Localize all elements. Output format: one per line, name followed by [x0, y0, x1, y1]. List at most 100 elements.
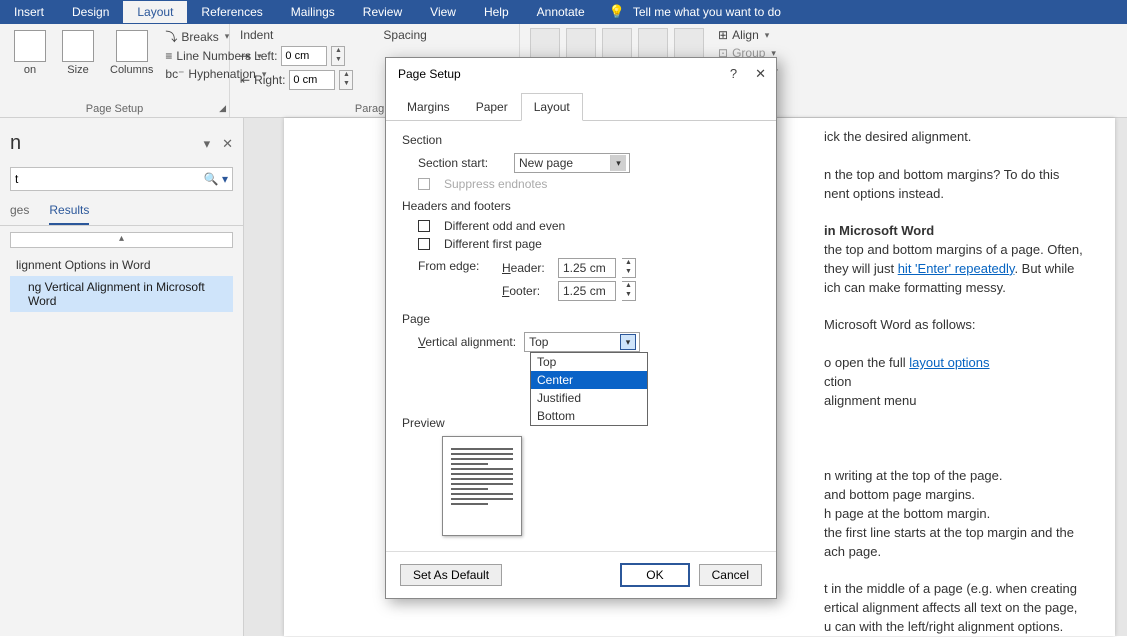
- nav-collapse[interactable]: ▴: [10, 232, 233, 248]
- valign-label: Vertical alignment:: [418, 335, 516, 349]
- search-icon[interactable]: 🔍 ▾: [204, 172, 228, 186]
- from-edge-label: From edge:: [418, 255, 502, 273]
- valign-option-justified[interactable]: Justified: [531, 389, 647, 407]
- wrap-text-icon[interactable]: [566, 28, 596, 58]
- nav-close-icon[interactable]: ✕: [222, 136, 233, 152]
- nav-dropdown-icon[interactable]: ▾: [204, 136, 211, 152]
- size-button[interactable]: Size: [58, 28, 98, 78]
- header-distance-input[interactable]: 1.25 cm: [558, 258, 616, 278]
- page-setup-dialog: Page Setup ? ✕ Margins Paper Layout Sect…: [385, 57, 777, 599]
- cancel-button[interactable]: Cancel: [699, 564, 762, 586]
- indent-right-input[interactable]: [289, 70, 335, 90]
- valign-option-top[interactable]: Top: [531, 353, 647, 371]
- nav-tab-results[interactable]: Results: [49, 203, 89, 225]
- valign-option-bottom[interactable]: Bottom: [531, 407, 647, 425]
- tab-annotate[interactable]: Annotate: [523, 1, 599, 23]
- footer-distance-input[interactable]: 1.25 cm: [558, 281, 616, 301]
- header-distance-value: 1.25 cm: [563, 261, 606, 275]
- page-setup-dialog-launcher[interactable]: ◢: [219, 103, 226, 114]
- tab-references[interactable]: References: [187, 1, 276, 23]
- doc-link-enter[interactable]: hit 'Enter' repeatedly: [898, 261, 1015, 276]
- nav-item-1[interactable]: lignment Options in Word: [10, 254, 233, 276]
- headers-footers-header: Headers and footers: [402, 199, 760, 213]
- set-default-button[interactable]: Set As Default: [400, 564, 502, 586]
- send-backward-icon[interactable]: [638, 28, 668, 58]
- valign-dropdown: Top Center Justified Bottom: [530, 352, 648, 426]
- doc-line: ertical alignment affects all text on th…: [824, 599, 1095, 618]
- valign-select[interactable]: Top ▾: [524, 332, 640, 352]
- dialog-tab-margins[interactable]: Margins: [394, 93, 463, 121]
- chevron-down-icon: ▾: [620, 334, 636, 350]
- nav-search[interactable]: 🔍 ▾: [10, 167, 233, 191]
- position-icon[interactable]: [530, 28, 560, 58]
- dialog-footer: Set As Default OK Cancel: [386, 556, 776, 598]
- diff-first-page-checkbox[interactable]: [418, 238, 430, 250]
- align-menu[interactable]: ⊞Align: [718, 28, 778, 42]
- doc-line: ick the desired alignment.: [824, 128, 1095, 147]
- doc-line: alignment menu: [824, 392, 1095, 411]
- tab-review[interactable]: Review: [349, 1, 416, 23]
- doc-line: the first line starts at the top margin …: [824, 524, 1095, 543]
- indent-left-input[interactable]: [281, 46, 327, 66]
- orientation-icon: [14, 30, 46, 62]
- tab-mailings[interactable]: Mailings: [277, 1, 349, 23]
- page-header: Page: [402, 312, 760, 326]
- indent-left-label: Left:: [254, 49, 277, 63]
- line-numbers-icon: ≡: [165, 49, 172, 63]
- doc-line: ach page.: [824, 543, 1095, 562]
- doc-line: t in the middle of a page (e.g. when cre…: [824, 580, 1095, 599]
- suppress-endnotes-label: Suppress endnotes: [444, 177, 547, 191]
- chevron-down-icon: ▾: [610, 155, 626, 171]
- doc-line: Microsoft Word as follows:: [824, 316, 1095, 335]
- indent-right-icon: ⇤: [240, 73, 250, 87]
- diff-first-page-label: Different first page: [444, 237, 542, 251]
- tab-help[interactable]: Help: [470, 1, 523, 23]
- section-header: Section: [402, 133, 760, 147]
- tell-me-search[interactable]: 💡 Tell me what you want to do: [609, 4, 781, 20]
- header-label: Header:: [502, 261, 552, 275]
- selection-pane-icon[interactable]: [674, 28, 704, 58]
- doc-line: ction: [824, 373, 1095, 392]
- nav-tab-pages[interactable]: ges: [10, 203, 29, 225]
- dialog-tab-paper[interactable]: Paper: [463, 93, 521, 121]
- orientation-button-trunc[interactable]: on: [10, 28, 50, 78]
- nav-item-2[interactable]: ng Vertical Alignment in Microsoft Word: [10, 276, 233, 312]
- diff-odd-even-checkbox[interactable]: [418, 220, 430, 232]
- indent-left-spinner[interactable]: ▲▼: [331, 46, 345, 66]
- valign-option-center[interactable]: Center: [531, 371, 647, 389]
- doc-line: u can with the left/right alignment opti…: [824, 618, 1095, 637]
- diff-odd-even-label: Different odd and even: [444, 219, 565, 233]
- doc-line: they will just hit 'Enter' repeatedly. B…: [824, 260, 1095, 279]
- dialog-help-icon[interactable]: ?: [730, 66, 737, 82]
- align-icon: ⊞: [718, 28, 728, 42]
- orientation-label: on: [24, 64, 36, 76]
- header-distance-spinner[interactable]: ▲▼: [622, 258, 636, 278]
- preview-thumbnail: [442, 436, 522, 536]
- nav-title: n: [10, 132, 21, 155]
- doc-link-layout[interactable]: layout options: [909, 355, 989, 370]
- bring-forward-icon[interactable]: [602, 28, 632, 58]
- tab-design[interactable]: Design: [58, 1, 123, 23]
- dialog-tab-layout[interactable]: Layout: [521, 93, 583, 121]
- indent-right-spinner[interactable]: ▲▼: [339, 70, 353, 90]
- tab-layout[interactable]: Layout: [123, 1, 187, 23]
- columns-icon: [116, 30, 148, 62]
- tab-insert[interactable]: Insert: [0, 1, 58, 23]
- doc-line: n writing at the top of the page.: [824, 467, 1095, 486]
- footer-distance-spinner[interactable]: ▲▼: [622, 281, 636, 301]
- dialog-title: Page Setup: [398, 67, 461, 81]
- tab-view[interactable]: View: [416, 1, 470, 23]
- section-start-select[interactable]: New page ▾: [514, 153, 630, 173]
- dialog-tabs: Margins Paper Layout: [386, 92, 776, 121]
- size-label: Size: [67, 64, 88, 76]
- dialog-close-icon[interactable]: ✕: [755, 66, 766, 82]
- footer-label: Footer:: [502, 284, 552, 298]
- valign-value: Top: [529, 335, 548, 349]
- page-setup-group-label: Page Setup: [10, 101, 219, 115]
- navigation-pane: n ▾ ✕ 🔍 ▾ ges Results ▴ lignment Options…: [0, 118, 244, 636]
- columns-button[interactable]: Columns: [106, 28, 157, 78]
- hyphenation-icon: bc⁻: [165, 67, 184, 81]
- ok-button[interactable]: OK: [621, 564, 688, 586]
- nav-search-input[interactable]: [15, 172, 204, 186]
- breaks-label: Breaks: [181, 30, 218, 44]
